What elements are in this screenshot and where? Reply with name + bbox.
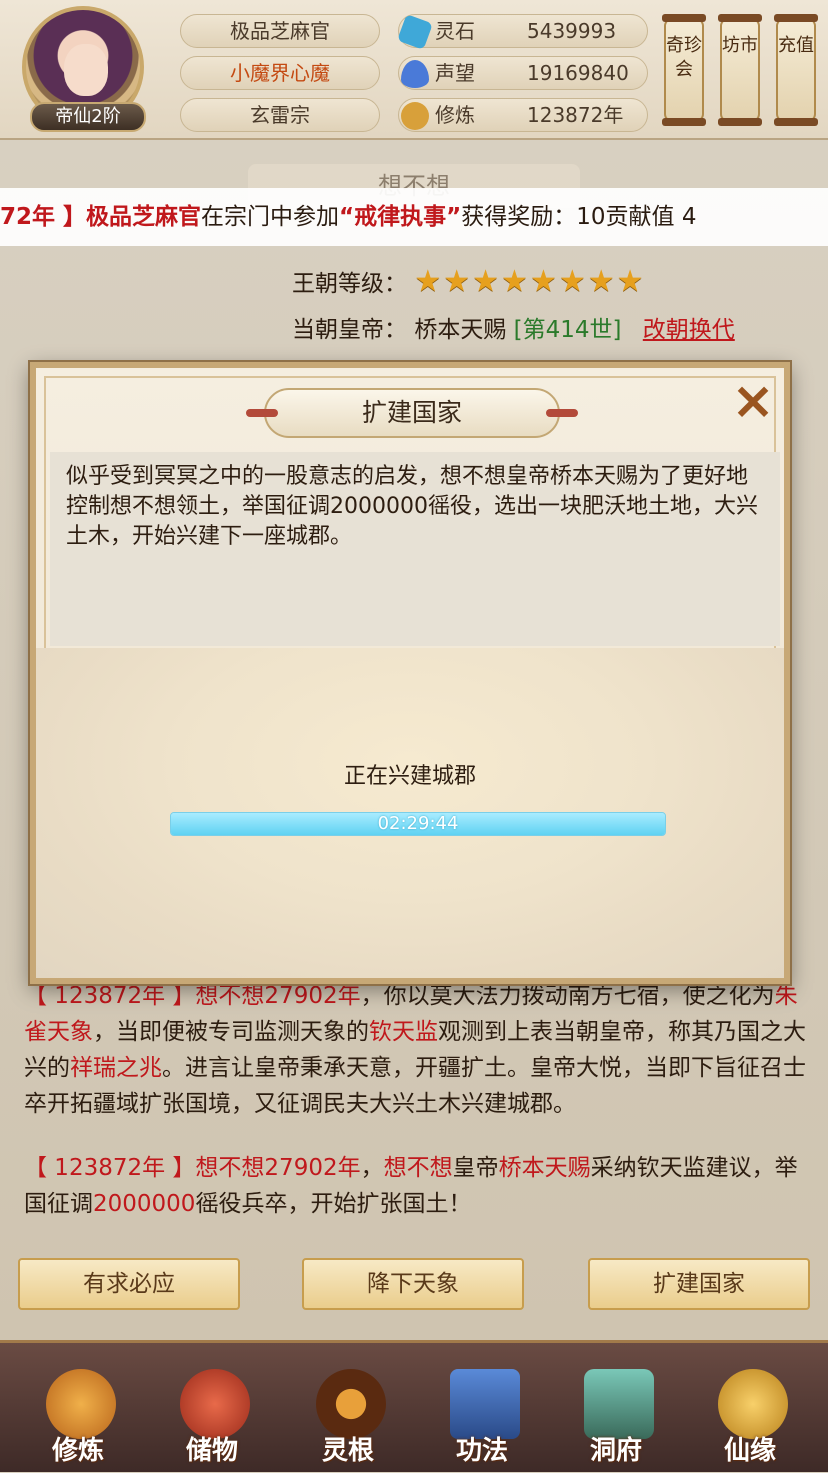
construction-status: 正在兴建城郡	[343, 764, 476, 789]
expand-nation-dialog: 扩建国家 × 似乎受到冥冥之中的一股意志的启发，想不想皇帝桥本天赐为了更好地控制…	[30, 362, 790, 984]
dialog-description: 似乎受到冥冥之中的一股意志的启发，想不想皇帝桥本天赐为了更好地控制想不想领土，举…	[50, 452, 780, 646]
construction-progress-bar: 02:29:44	[170, 812, 666, 836]
close-icon[interactable]: ×	[728, 375, 778, 428]
construction-timer: 02:29:44	[377, 813, 459, 834]
dialog-title: 扩建国家	[246, 388, 578, 438]
